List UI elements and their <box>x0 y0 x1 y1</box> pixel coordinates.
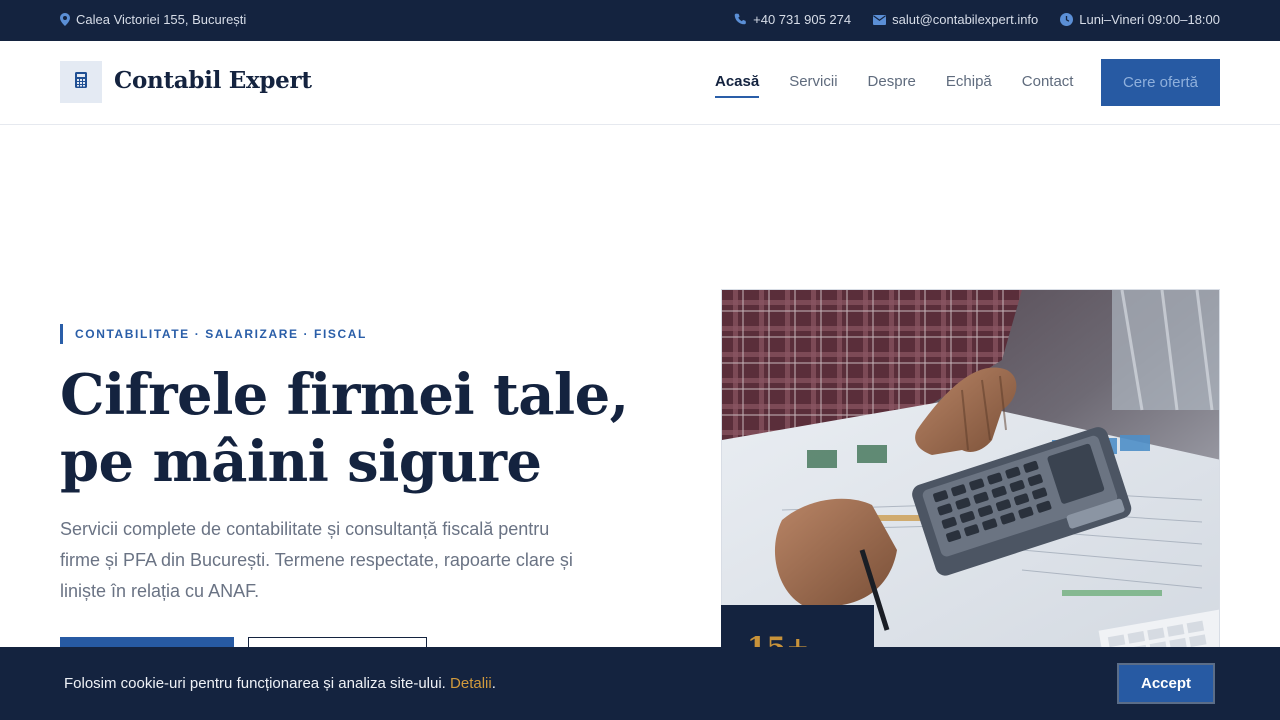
nav-item-despre[interactable]: Despre <box>868 73 916 98</box>
hero-lead: Servicii complete de contabilitate și co… <box>60 519 573 601</box>
phone-icon <box>734 13 747 26</box>
nav-item-servicii[interactable]: Servicii <box>789 73 837 98</box>
hours-text: Luni–Vineri 09:00–18:00 <box>1079 12 1220 27</box>
address-text: Calea Victoriei 155, București <box>76 12 247 27</box>
cookie-message: Folosim cookie-uri pentru funcționarea ș… <box>64 675 496 692</box>
hero-title: Cifrele firmei tale, pe mâini sigure <box>60 362 629 495</box>
clock-icon <box>1060 13 1074 26</box>
logo-badge[interactable] <box>60 61 102 103</box>
top-info-bar: Calea Victoriei 155, București +40 731 9… <box>0 0 1280 41</box>
site-header: Contabil Expert Acasă Servicii Despre Ec… <box>0 41 1280 125</box>
nav-item-acasa[interactable]: Acasă <box>715 73 760 98</box>
phone-item[interactable]: +40 731 905 274 <box>734 12 851 27</box>
cookie-accept-button[interactable]: Accept <box>1117 663 1215 704</box>
phone-text: +40 731 905 274 <box>753 12 852 27</box>
main-nav: Acasă Servicii Despre Echipă Contact <box>715 73 1073 98</box>
map-pin-icon <box>60 13 70 26</box>
calculator-icon <box>75 71 87 93</box>
email-text: salut@contabilexpert.info <box>892 12 1039 27</box>
email-item[interactable]: salut@contabilexpert.info <box>873 12 1038 27</box>
request-quote-button[interactable]: Cere ofertă <box>1101 59 1220 106</box>
logo-text[interactable]: Contabil Expert <box>114 67 312 94</box>
nav-item-echipa[interactable]: Echipă <box>946 73 992 98</box>
address-item: Calea Victoriei 155, București <box>60 12 246 27</box>
nav-item-contact[interactable]: Contact <box>1022 73 1074 98</box>
cookie-suffix: . <box>491 675 496 692</box>
hero-eyebrow: CONTABILITATE · SALARIZARE · FISCAL <box>60 324 367 344</box>
hours-item: Luni–Vineri 09:00–18:00 <box>1060 12 1220 27</box>
envelope-icon <box>873 14 887 25</box>
cookie-details-link[interactable]: Detalii <box>450 675 492 692</box>
cookie-text: Folosim cookie-uri pentru funcționarea ș… <box>64 675 446 692</box>
cookie-banner: Folosim cookie-uri pentru funcționarea ș… <box>0 647 1280 720</box>
